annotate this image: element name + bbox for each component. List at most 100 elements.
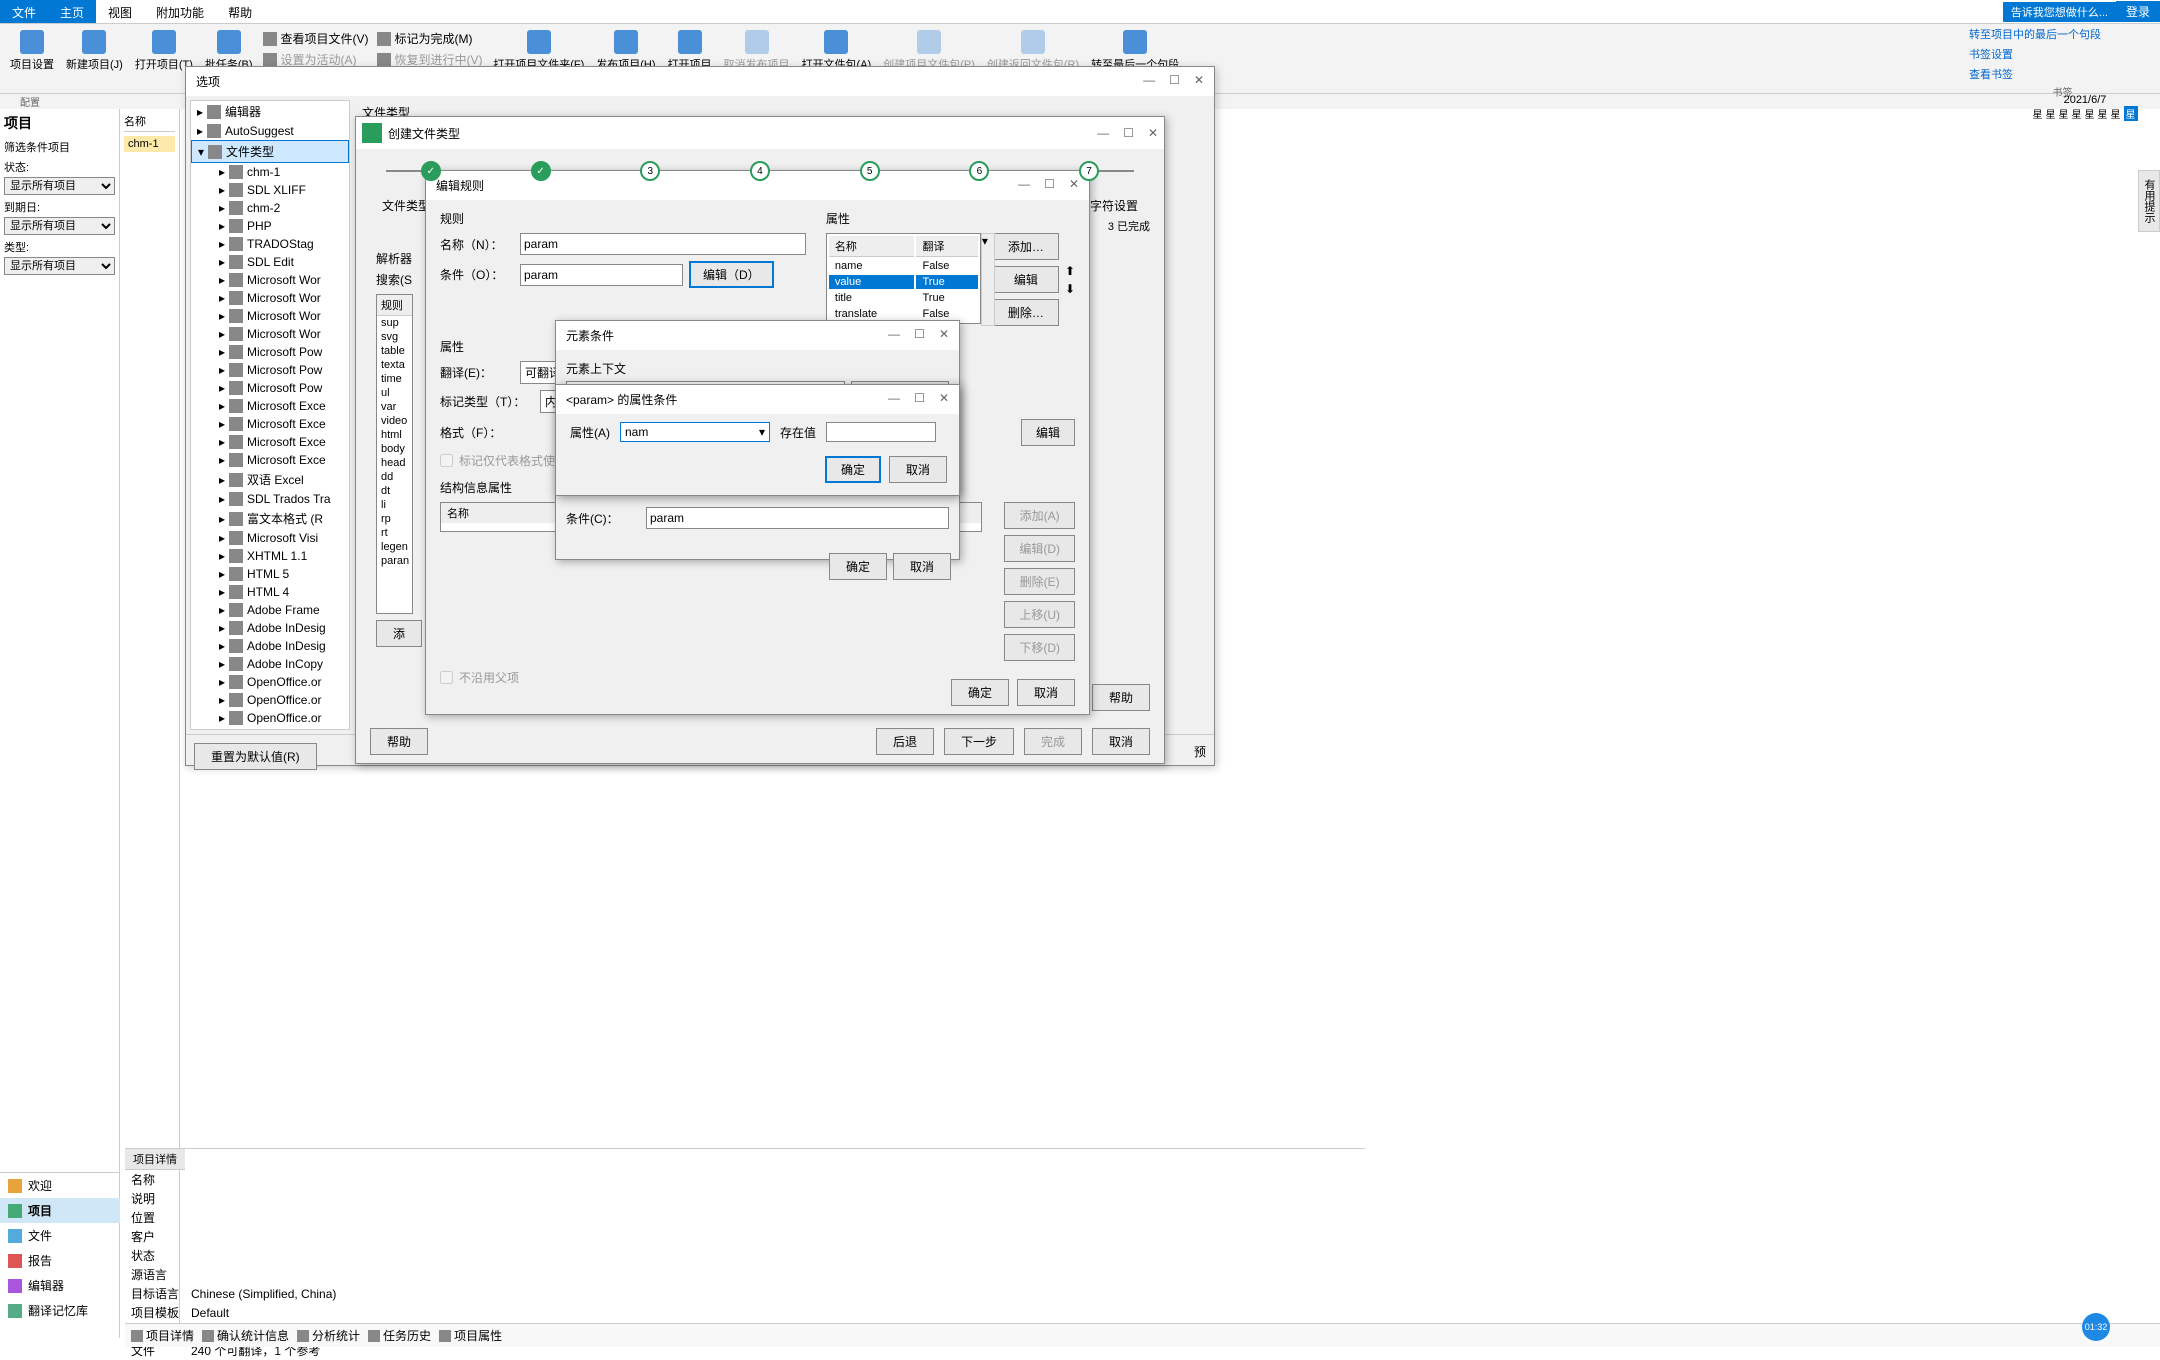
rules-list[interactable]: 规则 supsvgtabletextatimeulvarvideohtmlbod… (376, 294, 413, 614)
tree-subitem[interactable]: ▸PHP (191, 217, 349, 235)
tree-subitem[interactable]: ▸Microsoft Exce (191, 433, 349, 451)
useful-tips-tab[interactable]: 有用提示 (2138, 170, 2160, 232)
tree-subitem[interactable]: ▸Microsoft Exce (191, 397, 349, 415)
elem-ok-button[interactable]: 确定 (829, 553, 887, 580)
cal-day[interactable]: 星 (2046, 106, 2056, 121)
tree-subitem[interactable]: ▸OpenOffice.or (191, 673, 349, 691)
close-icon[interactable]: ✕ (939, 327, 949, 344)
attrcond-cancel-button[interactable]: 取消 (889, 456, 947, 483)
outer-help-button[interactable]: 帮助 (1092, 684, 1150, 711)
nav-tm[interactable]: 翻译记忆库 (0, 1298, 120, 1323)
maximize-icon[interactable]: ☐ (914, 327, 925, 344)
struct-up[interactable]: 上移(U) (1004, 601, 1075, 628)
maximize-icon[interactable]: ☐ (914, 391, 925, 408)
elem-cond-input[interactable] (646, 507, 949, 529)
attr-row[interactable]: titleTrue (829, 291, 978, 305)
back-button[interactable]: 后退 (876, 728, 934, 755)
attrcond-ok-button[interactable]: 确定 (825, 456, 881, 483)
tree-subitem[interactable]: ▸chm-2 (191, 199, 349, 217)
tree-subitem[interactable]: ▸Microsoft Pow (191, 343, 349, 361)
scrollbar[interactable]: ▾ (981, 233, 995, 326)
tree-item[interactable]: ▸AutoSuggest (191, 122, 349, 140)
rule-item[interactable]: dt (377, 484, 412, 498)
tree-subitem[interactable]: ▸Microsoft Pow (191, 379, 349, 397)
tab-proj-props[interactable]: 项目属性 (439, 1327, 502, 1344)
tab-help[interactable]: 帮助 (216, 0, 264, 23)
tab-home[interactable]: 主页 (48, 0, 96, 23)
tree-subitem[interactable]: ▸OpenOffice.or (191, 709, 349, 727)
struct-add[interactable]: 添加(A) (1004, 502, 1075, 529)
link-view-bookmarks[interactable]: 查看书签 (1965, 64, 2160, 84)
reset-defaults-button[interactable]: 重置为默认值(R) (194, 743, 317, 770)
name-input[interactable] (520, 233, 806, 255)
cancel-button[interactable]: 取消 (1017, 679, 1075, 706)
wizard-step-1[interactable]: ✓ (421, 161, 441, 181)
attr-add-button[interactable]: 添加… (993, 233, 1059, 260)
tree-subitem[interactable]: ▸HTML 5 (191, 565, 349, 583)
cal-day[interactable]: 星 (2033, 106, 2043, 121)
tree-subitem[interactable]: ▸HTML 4 (191, 583, 349, 601)
tree-subitem[interactable]: ▸Microsoft Wor (191, 325, 349, 343)
cal-day[interactable]: 星 (2124, 106, 2138, 121)
tree-subitem[interactable]: ▸Adobe InDesig (191, 637, 349, 655)
tab-proj-details[interactable]: 项目详情 (131, 1327, 194, 1344)
format-edit-button[interactable]: 编辑 (1021, 419, 1075, 446)
rule-item[interactable]: legen (377, 540, 412, 554)
elem-cancel-button[interactable]: 取消 (893, 553, 951, 580)
move-down-icon[interactable]: ⬇ (1065, 282, 1075, 296)
date-select[interactable]: 显示所有项目 (4, 217, 115, 235)
cal-day[interactable]: 星 (2072, 106, 2082, 121)
attr-edit-button[interactable]: 编辑 (993, 266, 1059, 293)
rule-item[interactable]: time (377, 372, 412, 386)
tab-view[interactable]: 视图 (96, 0, 144, 23)
tree-subitem[interactable]: ▸Microsoft Visi (191, 529, 349, 547)
cal-day[interactable]: 星 (2085, 106, 2095, 121)
view-project-files[interactable]: 查看项目文件(V) (259, 28, 373, 49)
tab-addons[interactable]: 附加功能 (144, 0, 216, 23)
rule-item[interactable]: head (377, 456, 412, 470)
tree-subitem[interactable]: ▸TRADOStag (191, 235, 349, 253)
rule-item[interactable]: rt (377, 526, 412, 540)
wizard-step-2[interactable]: ✓ (531, 161, 551, 181)
rule-item[interactable]: texta (377, 358, 412, 372)
struct-edit[interactable]: 编辑(D) (1004, 535, 1075, 562)
cal-day[interactable]: 星 (2111, 106, 2121, 121)
tree-subitem[interactable]: ▸Microsoft Exce (191, 415, 349, 433)
tab-confirm-stats[interactable]: 确认统计信息 (202, 1327, 289, 1344)
minimize-icon[interactable]: — (1018, 177, 1030, 194)
rule-item[interactable]: video (377, 414, 412, 428)
tab-analysis[interactable]: 分析统计 (297, 1327, 360, 1344)
tree-subitem[interactable]: ▸SDL Edit (191, 253, 349, 271)
tree-subitem[interactable]: ▸Adobe Frame (191, 601, 349, 619)
tab-file[interactable]: 文件 (0, 0, 48, 23)
tree-subitem[interactable]: ▸Microsoft Pow (191, 361, 349, 379)
attr-table[interactable]: 名称翻译 nameFalsevalueTruetitleTruetranslat… (826, 233, 981, 324)
nav-editor[interactable]: 编辑器 (0, 1273, 120, 1298)
ok-button[interactable]: 确定 (951, 679, 1009, 706)
tree-subitem[interactable]: ▸Adobe InDesig (191, 619, 349, 637)
wizard-step-5[interactable]: 5 (860, 161, 880, 181)
maximize-icon[interactable]: ☐ (1044, 177, 1055, 194)
minimize-icon[interactable]: — (888, 391, 900, 408)
cancel-button[interactable]: 取消 (1092, 728, 1150, 755)
edit-cond-button[interactable]: 编辑（D） (689, 261, 774, 288)
cal-day[interactable]: 星 (2098, 106, 2108, 121)
tree-subitem[interactable]: ▸Microsoft Wor (191, 271, 349, 289)
tree-subitem[interactable]: ▸OpenOffice.or (191, 691, 349, 709)
tree-subitem[interactable]: ▸XHTML 1.1 (191, 547, 349, 565)
rule-item[interactable]: dd (377, 470, 412, 484)
minimize-icon[interactable]: — (888, 327, 900, 344)
mark-complete[interactable]: 标记为完成(M) (373, 28, 488, 49)
rule-item[interactable]: html (377, 428, 412, 442)
type-select[interactable]: 显示所有项目 (4, 257, 115, 275)
tell-me[interactable]: 告诉我您想做什么... (2003, 2, 2116, 22)
cond-input[interactable] (520, 264, 683, 286)
attr-row[interactable]: valueTrue (829, 275, 978, 289)
tree-subitem[interactable]: ▸双语 Excel (191, 469, 349, 490)
attr-delete-button[interactable]: 删除… (993, 299, 1059, 326)
nav-project[interactable]: 项目 (0, 1198, 120, 1223)
nav-reports[interactable]: 报告 (0, 1248, 120, 1273)
new-project[interactable]: 新建项目(J) (60, 28, 129, 74)
tree-subitem[interactable]: ▸Adobe InCopy (191, 655, 349, 673)
tree-item[interactable]: ▾文件类型 (191, 140, 349, 163)
